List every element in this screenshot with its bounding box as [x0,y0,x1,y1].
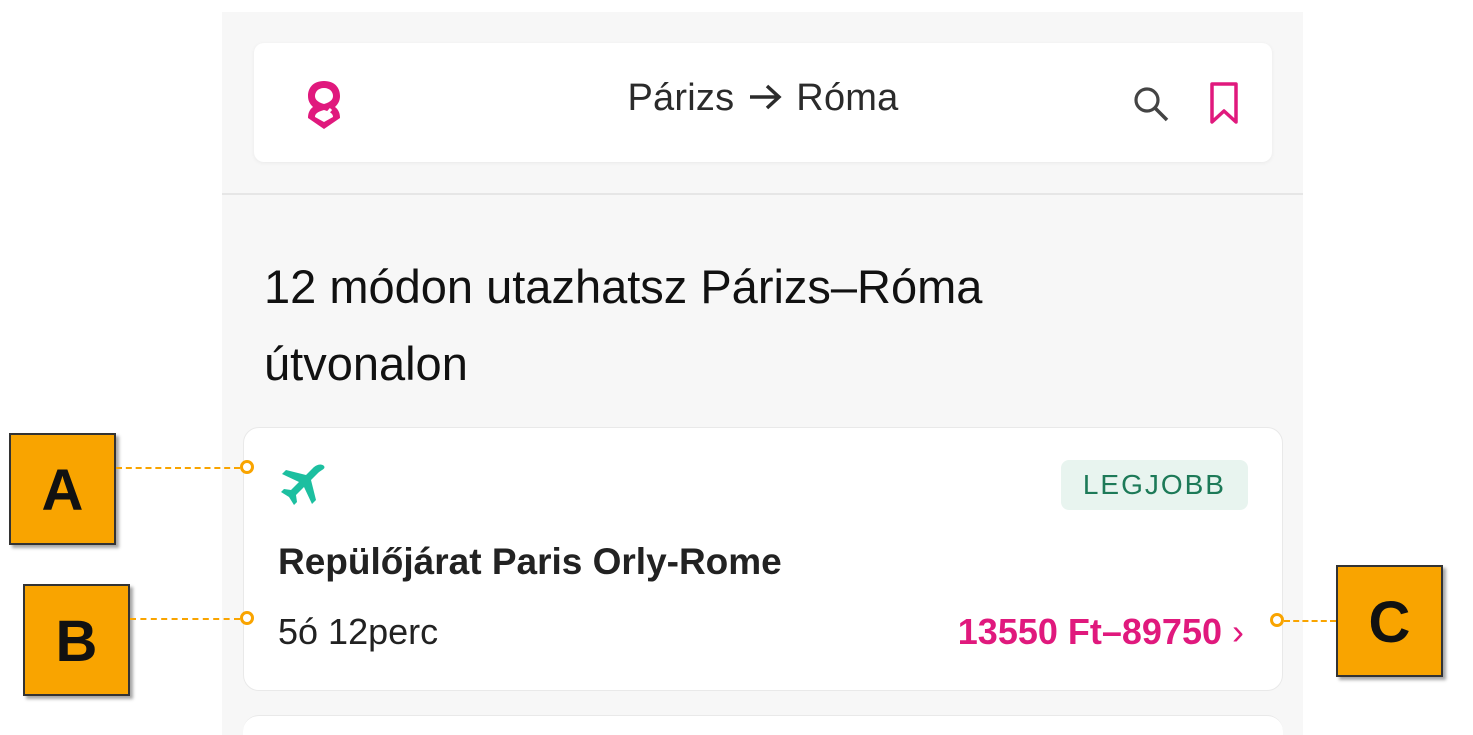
page-title: 12 módon utazhatsz Párizs–Róma útvonalon [264,260,983,390]
origin-label: Párizs [627,77,735,119]
price-range[interactable]: 13550 Ft–89750 › [958,611,1244,653]
next-card[interactable] [243,715,1283,735]
price-label: 13550 Ft–89750 [957,611,1222,652]
app-screen: Párizs Róma 12 módon utazhatsz Párizs–Róm… [222,12,1303,735]
plane-icon [281,464,325,505]
annotation-b: B [23,584,130,696]
destination-label: Róma [796,77,899,119]
duration-label: 5ó 12perc [278,611,439,652]
best-badge: LEGJOBB [1060,460,1248,510]
annotation-c-marker [1270,613,1284,627]
annotation-b-marker [240,611,254,625]
route-title[interactable]: Párizs Róma [254,77,1272,121]
bookmark-icon[interactable] [1209,81,1239,125]
annotation-a-marker [240,460,254,474]
route-option-card[interactable]: LEGJOBB Repülőjárat Paris Orly-Rome 5ó 1… [243,427,1283,691]
annotation-c-line [1284,620,1336,622]
header-divider [222,193,1303,195]
annotation-c: C [1336,565,1443,677]
arrow-right-icon [748,78,782,121]
annotation-a-line [116,467,240,469]
top-bar: Párizs Róma [254,43,1272,162]
search-icon[interactable] [1132,85,1170,123]
annotation-a: A [9,433,116,545]
annotation-b-line [130,618,240,620]
route-title-label: Repülőjárat Paris Orly-Rome [278,541,782,582]
chevron-right-icon: › [1232,611,1244,652]
